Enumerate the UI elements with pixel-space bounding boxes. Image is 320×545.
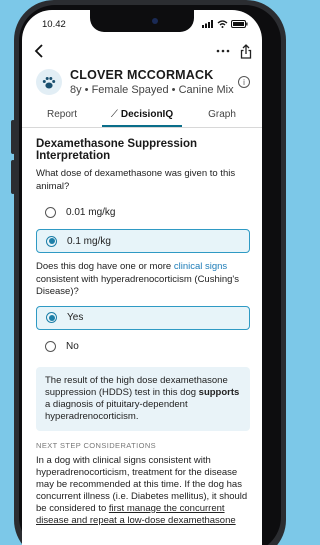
option-yes[interactable]: Yes (36, 305, 250, 330)
option-yes-label: Yes (67, 312, 84, 323)
tab-decisioniq-label: DecisionIQ (120, 109, 174, 120)
result-box: The result of the high dose dexamethason… (36, 366, 250, 431)
question-clinical-post: consistent with hyperadrenocorticism (Cu… (36, 273, 239, 298)
patient-header: CLOVER MCCORMACK 8y • Female Spayed • Ca… (22, 64, 262, 104)
tab-decisioniq[interactable]: ⟋ DecisionIQ (102, 104, 182, 127)
next-step-title: NEXT STEP CONSIDERATIONS (36, 440, 157, 450)
more-horizontal-icon[interactable] (216, 49, 230, 53)
app-screen: 10.42 CLOVER MCCORMACK 8y • Female Spaye… (22, 10, 262, 545)
tab-bar: Report ⟋ DecisionIQ Graph (22, 104, 262, 128)
question-dose: What dose of dexamethasone was given to … (36, 168, 236, 192)
chevron-left-icon[interactable] (34, 44, 44, 58)
status-icons (202, 20, 248, 28)
option-dose-low[interactable]: 0.01 mg/kg (36, 200, 250, 224)
tab-graph[interactable]: Graph (182, 104, 262, 127)
nav-bar (22, 38, 262, 64)
next-step-text: In a dog with clinical signs consistent … (36, 455, 250, 527)
section-title: Dexamethasone Suppression Interpretation (36, 138, 198, 162)
option-dose-low-label: 0.01 mg/kg (66, 206, 116, 218)
signal-icon (202, 20, 213, 28)
volume-up-button (11, 120, 15, 154)
info-icon[interactable]: i (238, 76, 250, 88)
radio-no[interactable] (45, 341, 56, 352)
option-no-label: No (66, 341, 79, 352)
option-dose-high[interactable]: 0.1 mg/kg (36, 229, 250, 253)
patient-name: CLOVER MCCORMACK (70, 68, 214, 82)
avatar (36, 69, 62, 95)
status-bar: 10.42 (22, 10, 262, 38)
option-dose-high-label: 0.1 mg/kg (67, 235, 111, 247)
result-text-bold: supports (198, 386, 240, 398)
tab-graph-label: Graph (208, 109, 236, 120)
wand-icon: ⟋ (110, 109, 118, 120)
battery-icon (231, 20, 248, 28)
status-time: 10.42 (42, 18, 66, 30)
question-clinical-pre: Does this dog have one or more (36, 261, 174, 272)
share-icon[interactable] (240, 43, 252, 59)
camera-dot (152, 18, 158, 24)
option-no[interactable]: No (36, 335, 250, 359)
question-clinical-signs: Does this dog have one or more clinical … (36, 261, 250, 299)
decision-content: Dexamethasone Suppression Interpretation… (22, 128, 262, 527)
patient-details: 8y • Female Spayed • Canine Mix (70, 84, 234, 96)
volume-down-button (11, 160, 15, 194)
radio-dose-low[interactable] (45, 206, 56, 218)
result-text-post: a diagnosis of pituitary-dependent hyper… (45, 398, 188, 422)
clinical-signs-link[interactable]: clinical signs (174, 261, 227, 272)
dog-paw-icon (42, 76, 56, 88)
radio-dose-high[interactable] (46, 235, 57, 247)
notch (90, 10, 194, 32)
wifi-icon (217, 20, 228, 28)
tab-report-label: Report (46, 109, 77, 120)
radio-yes[interactable] (46, 312, 57, 323)
tab-report[interactable]: Report (22, 104, 102, 127)
